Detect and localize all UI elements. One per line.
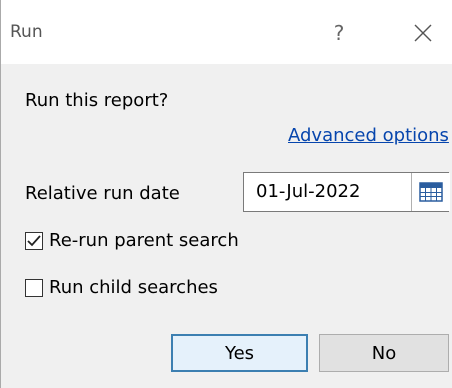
rerun-parent-search-label: Re-run parent search bbox=[49, 230, 239, 251]
help-icon: ? bbox=[333, 21, 345, 45]
rerun-parent-search-checkbox[interactable] bbox=[25, 231, 43, 250]
date-value: 01-Jul-2022 bbox=[256, 181, 361, 202]
close-icon bbox=[414, 24, 432, 42]
run-child-searches-option[interactable]: Run child searches bbox=[25, 277, 218, 298]
yes-button-label: Yes bbox=[224, 342, 255, 364]
yes-button[interactable]: Yes bbox=[171, 334, 308, 372]
run-child-searches-checkbox[interactable] bbox=[25, 278, 43, 297]
help-button[interactable]: ? bbox=[319, 14, 359, 52]
dialog-title: Run bbox=[10, 22, 43, 42]
title-bar: Run ? bbox=[1, 0, 452, 64]
calendar-icon bbox=[419, 182, 443, 202]
prompt-text: Run this report? bbox=[25, 90, 169, 111]
no-button-label: No bbox=[371, 342, 397, 364]
run-dialog: Run ? Run this report? Advanced options … bbox=[0, 0, 452, 388]
check-icon bbox=[27, 234, 41, 246]
relative-run-date-field[interactable]: 01-Jul-2022 bbox=[243, 172, 450, 212]
rerun-parent-search-option[interactable]: Re-run parent search bbox=[25, 230, 239, 251]
run-child-searches-label: Run child searches bbox=[49, 277, 218, 298]
close-button[interactable] bbox=[401, 14, 445, 52]
advanced-options-link[interactable]: Advanced options bbox=[288, 125, 449, 146]
calendar-button[interactable] bbox=[411, 173, 450, 211]
no-button[interactable]: No bbox=[319, 334, 449, 372]
relative-run-date-label: Relative run date bbox=[25, 183, 180, 204]
